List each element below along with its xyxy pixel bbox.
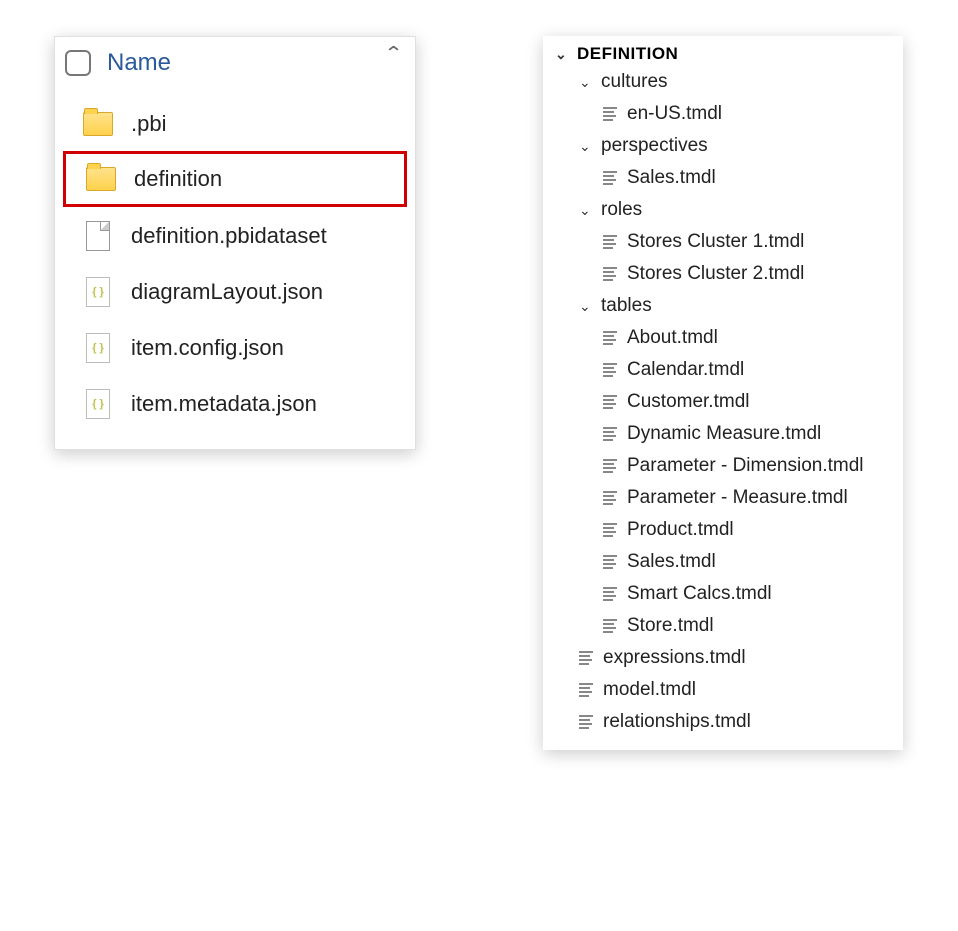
tree-file-Smart Calcs.tmdl[interactable]: Smart Calcs.tmdl: [547, 578, 899, 610]
tree-item-label: Dynamic Measure.tmdl: [627, 423, 821, 445]
tree-file-Customer.tmdl[interactable]: Customer.tmdl: [547, 386, 899, 418]
tree-file-Calendar.tmdl[interactable]: Calendar.tmdl: [547, 354, 899, 386]
file-item-item-metadata-json[interactable]: { } item.metadata.json: [63, 377, 407, 431]
json-file-icon: { }: [86, 277, 110, 307]
select-all-checkbox[interactable]: [65, 50, 91, 76]
tree-item-label: Sales.tmdl: [627, 551, 716, 573]
chevron-down-icon: ⌄: [579, 138, 595, 155]
file-lines-icon: [603, 459, 617, 473]
file-item-definition[interactable]: definition: [63, 151, 407, 207]
tree-item-label: Parameter - Dimension.tmdl: [627, 455, 864, 477]
tree-item-label: About.tmdl: [627, 327, 718, 349]
tree-file-Product.tmdl[interactable]: Product.tmdl: [547, 514, 899, 546]
tree-file-en-US.tmdl[interactable]: en-US.tmdl: [547, 98, 899, 130]
file-lines-icon: [603, 235, 617, 249]
folder-icon: [83, 112, 113, 136]
file-lines-icon: [603, 171, 617, 185]
file-name-label: definition: [134, 166, 222, 192]
tree-file-relationships.tmdl[interactable]: relationships.tmdl: [547, 706, 899, 738]
json-file-icon: { }: [86, 333, 110, 363]
file-lines-icon: [579, 683, 593, 697]
definition-tree-panel: ⌄ DEFINITION ⌄ cultures en-US.tmdl ⌄ perspec…: [543, 36, 903, 750]
file-lines-icon: [603, 267, 617, 281]
tree-item-label: perspectives: [601, 135, 708, 157]
tree-folder-tables[interactable]: ⌄ tables: [547, 290, 899, 322]
tree-file-About.tmdl[interactable]: About.tmdl: [547, 322, 899, 354]
tree-item-label: Smart Calcs.tmdl: [627, 583, 772, 605]
tree-file-model.tmdl[interactable]: model.tmdl: [547, 674, 899, 706]
tree-item-label: Store.tmdl: [627, 615, 714, 637]
chevron-down-icon: ⌄: [555, 46, 571, 63]
tree-file-Stores Cluster 2.tmdl[interactable]: Stores Cluster 2.tmdl: [547, 258, 899, 290]
tree-item-label: Sales.tmdl: [627, 167, 716, 189]
tree-item-label: Parameter - Measure.tmdl: [627, 487, 848, 509]
json-file-icon: { }: [86, 389, 110, 419]
file-name-label: diagramLayout.json: [131, 279, 323, 305]
tree-item-label: Customer.tmdl: [627, 391, 749, 413]
tree-file-Stores Cluster 1.tmdl[interactable]: Stores Cluster 1.tmdl: [547, 226, 899, 258]
file-lines-icon: [579, 651, 593, 665]
tree-item-label: Calendar.tmdl: [627, 359, 744, 381]
file-name-label: item.config.json: [131, 335, 284, 361]
folder-icon: [86, 167, 116, 191]
column-header-row: Name ⌃: [55, 37, 415, 89]
tree-item-label: cultures: [601, 71, 668, 93]
tree-body: ⌄ cultures en-US.tmdl ⌄ perspectives Sales.tm…: [547, 66, 899, 738]
tree-file-Sales.tmdl[interactable]: Sales.tmdl: [547, 546, 899, 578]
chevron-down-icon: ⌄: [579, 202, 595, 219]
tree-root[interactable]: ⌄ DEFINITION: [547, 42, 899, 66]
file-lines-icon: [603, 363, 617, 377]
chevron-down-icon: ⌄: [579, 298, 595, 315]
file-lines-icon: [603, 331, 617, 345]
tree-item-label: tables: [601, 295, 652, 317]
file-lines-icon: [603, 587, 617, 601]
tree-file-expressions.tmdl[interactable]: expressions.tmdl: [547, 642, 899, 674]
file-explorer-panel: Name ⌃ .pbi definition definition.pbidatas…: [54, 36, 416, 450]
file-lines-icon: [603, 619, 617, 633]
tree-item-label: Product.tmdl: [627, 519, 734, 541]
tree-item-label: relationships.tmdl: [603, 711, 751, 733]
column-name-label[interactable]: Name: [107, 49, 171, 77]
file-lines-icon: [603, 427, 617, 441]
tree-item-label: model.tmdl: [603, 679, 696, 701]
document-icon: [86, 221, 110, 251]
tree-file-Dynamic Measure.tmdl[interactable]: Dynamic Measure.tmdl: [547, 418, 899, 450]
file-lines-icon: [603, 523, 617, 537]
file-lines-icon: [603, 555, 617, 569]
file-lines-icon: [603, 395, 617, 409]
tree-folder-perspectives[interactable]: ⌄ perspectives: [547, 130, 899, 162]
file-lines-icon: [603, 107, 617, 121]
file-item--pbi[interactable]: .pbi: [63, 99, 407, 149]
tree-item-label: en-US.tmdl: [627, 103, 722, 125]
tree-item-label: Stores Cluster 1.tmdl: [627, 231, 804, 253]
file-name-label: definition.pbidataset: [131, 223, 327, 249]
tree-folder-cultures[interactable]: ⌄ cultures: [547, 66, 899, 98]
chevron-up-icon[interactable]: ⌃: [384, 43, 404, 64]
tree-folder-roles[interactable]: ⌄ roles: [547, 194, 899, 226]
tree-file-Parameter - Dimension.tmdl[interactable]: Parameter - Dimension.tmdl: [547, 450, 899, 482]
file-item-item-config-json[interactable]: { } item.config.json: [63, 321, 407, 375]
file-item-definition-pbidataset[interactable]: definition.pbidataset: [63, 209, 407, 263]
tree-root-label: DEFINITION: [577, 44, 678, 64]
tree-item-label: expressions.tmdl: [603, 647, 746, 669]
tree-file-Sales.tmdl[interactable]: Sales.tmdl: [547, 162, 899, 194]
file-lines-icon: [603, 491, 617, 505]
tree-file-Store.tmdl[interactable]: Store.tmdl: [547, 610, 899, 642]
tree-item-label: Stores Cluster 2.tmdl: [627, 263, 804, 285]
tree-item-label: roles: [601, 199, 642, 221]
file-item-diagramLayout-json[interactable]: { } diagramLayout.json: [63, 265, 407, 319]
chevron-down-icon: ⌄: [579, 74, 595, 91]
file-lines-icon: [579, 715, 593, 729]
file-name-label: .pbi: [131, 111, 166, 137]
file-name-label: item.metadata.json: [131, 391, 317, 417]
tree-file-Parameter - Measure.tmdl[interactable]: Parameter - Measure.tmdl: [547, 482, 899, 514]
file-list: .pbi definition definition.pbidataset { } di…: [55, 89, 415, 449]
